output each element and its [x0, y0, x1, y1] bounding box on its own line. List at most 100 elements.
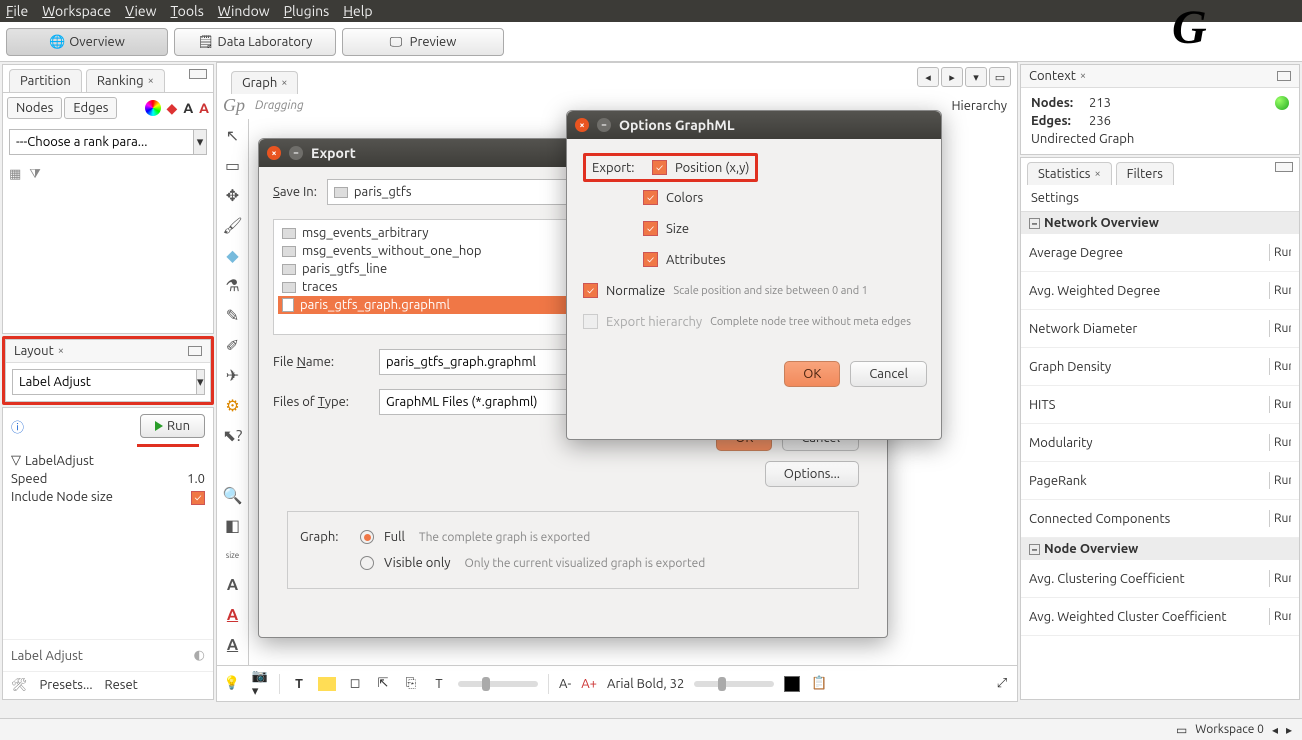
- font-name[interactable]: Arial Bold, 32: [607, 677, 684, 691]
- include-node-size-checkbox[interactable]: ✓: [191, 491, 205, 505]
- label-color-icon[interactable]: A: [199, 100, 209, 116]
- tab-preview[interactable]: 🖵Preview: [342, 28, 504, 56]
- funnel-icon[interactable]: ⧩: [29, 167, 41, 182]
- help-icon[interactable]: ◐: [194, 648, 205, 663]
- position-checkbox[interactable]: ✓: [652, 160, 667, 175]
- minimize-icon[interactable]: –: [597, 118, 611, 132]
- close-icon[interactable]: ×: [58, 345, 64, 357]
- cancel-button[interactable]: Cancel: [850, 361, 927, 387]
- collapse-icon[interactable]: –: [1029, 544, 1040, 555]
- options-button[interactable]: Options...: [765, 461, 859, 487]
- subtab-nodes[interactable]: Nodes: [7, 97, 62, 119]
- menu-view[interactable]: View: [125, 3, 156, 19]
- font-plus[interactable]: A+: [581, 677, 597, 691]
- speed-value[interactable]: 1.0: [187, 472, 205, 486]
- run-stat-button[interactable]: Run: [1269, 320, 1291, 337]
- collapse-icon[interactable]: –: [1029, 218, 1040, 229]
- hierarchy-checkbox[interactable]: ✓: [583, 314, 598, 329]
- pencil-icon[interactable]: ✎: [223, 305, 243, 325]
- tab-overview[interactable]: 🌐Overview: [6, 28, 168, 56]
- close-icon[interactable]: ×: [575, 118, 589, 132]
- menu-file[interactable]: File: [6, 3, 28, 19]
- menu-plugins[interactable]: Plugins: [284, 3, 330, 19]
- run-stat-button[interactable]: Run: [1269, 570, 1291, 587]
- size-checkbox[interactable]: ✓: [643, 221, 658, 236]
- run-stat-button[interactable]: Run: [1269, 396, 1291, 413]
- size-icon[interactable]: size: [223, 545, 243, 565]
- diamond-icon[interactable]: ◆: [223, 245, 243, 265]
- menu-help[interactable]: Help: [343, 3, 372, 19]
- tab-graph[interactable]: Graph×: [231, 71, 298, 94]
- tab-statistics[interactable]: Statistics×: [1027, 162, 1112, 185]
- collapse-icon[interactable]: ▽: [11, 453, 21, 468]
- expand-icon[interactable]: ⤢: [993, 675, 1011, 693]
- table-icon[interactable]: ▦: [9, 167, 21, 182]
- minimize-icon[interactable]: –: [289, 146, 303, 160]
- font-slider[interactable]: [694, 681, 774, 687]
- highlight-icon[interactable]: [318, 677, 336, 691]
- move-icon[interactable]: ✥: [223, 185, 243, 205]
- tag-icon[interactable]: ⎘: [402, 675, 420, 693]
- gear-icon[interactable]: ⚙: [223, 395, 243, 415]
- wrench-icon[interactable]: 🛠: [11, 678, 28, 693]
- maximize-icon[interactable]: [189, 69, 207, 79]
- run-stat-button[interactable]: Run: [1269, 282, 1291, 299]
- radio-full[interactable]: [360, 530, 374, 544]
- bulb-icon[interactable]: 💡: [223, 675, 241, 693]
- colors-checkbox[interactable]: ✓: [643, 190, 658, 205]
- radio-visible[interactable]: [360, 556, 374, 570]
- camera-icon[interactable]: 📷▾: [251, 675, 269, 693]
- close-icon[interactable]: ×: [281, 77, 287, 89]
- workspace-label[interactable]: Workspace 0: [1195, 723, 1264, 736]
- maximize-icon[interactable]: ▭: [989, 67, 1011, 87]
- run-stat-button[interactable]: Run: [1269, 244, 1291, 261]
- run-stat-button[interactable]: Run: [1269, 608, 1291, 625]
- color-icon[interactable]: [145, 100, 161, 116]
- hierarchy-toggle[interactable]: Hierarchy: [951, 99, 1007, 113]
- ok-button[interactable]: OK: [784, 361, 840, 387]
- font-minus[interactable]: A-: [559, 677, 571, 691]
- tab-filters[interactable]: Filters: [1116, 162, 1174, 185]
- close-icon[interactable]: ×: [148, 75, 154, 87]
- close-icon[interactable]: ×: [1080, 70, 1086, 82]
- maximize-icon[interactable]: [188, 346, 202, 356]
- run-stat-button[interactable]: Run: [1269, 358, 1291, 375]
- brush-icon[interactable]: 🖌: [223, 215, 243, 235]
- normalize-checkbox[interactable]: ✓: [583, 283, 598, 298]
- run-stat-button[interactable]: Run: [1269, 510, 1291, 527]
- color-swatch[interactable]: [784, 676, 800, 692]
- chevron-down-icon[interactable]: ▾: [197, 369, 205, 395]
- layout-select-input[interactable]: [12, 369, 197, 395]
- run-button[interactable]: Run: [140, 414, 205, 438]
- tab-ranking[interactable]: Ranking×: [86, 69, 165, 92]
- close-icon[interactable]: ×: [267, 146, 281, 160]
- rect-select-icon[interactable]: ▭: [223, 155, 243, 175]
- reset-link[interactable]: Reset: [105, 678, 138, 693]
- node-label-icon[interactable]: ◻: [346, 675, 364, 693]
- chevron-down-icon[interactable]: ▾: [194, 129, 207, 155]
- prev-workspace[interactable]: ◂: [1272, 723, 1278, 737]
- run-stat-button[interactable]: Run: [1269, 472, 1291, 489]
- nav-prev[interactable]: ◂: [917, 67, 939, 87]
- text-a-underline-icon[interactable]: A: [223, 605, 243, 625]
- menu-tools[interactable]: Tools: [171, 3, 204, 19]
- close-icon[interactable]: ×: [1094, 168, 1100, 180]
- layout-select[interactable]: ▾: [12, 369, 204, 395]
- menu-workspace[interactable]: Workspace: [42, 3, 111, 19]
- tab-datalab[interactable]: 🗒Data Laboratory: [174, 28, 336, 56]
- zoom-icon[interactable]: 🔍: [223, 485, 243, 505]
- subtab-edges[interactable]: Edges: [64, 97, 117, 119]
- text-a-icon[interactable]: A: [223, 575, 243, 595]
- menu-window[interactable]: Window: [218, 3, 270, 19]
- contrast-icon[interactable]: ◧: [223, 515, 243, 535]
- next-workspace[interactable]: ▸: [1286, 723, 1292, 737]
- maximize-icon[interactable]: [1277, 71, 1291, 81]
- text-a-underline2-icon[interactable]: A: [223, 635, 243, 655]
- run-stat-button[interactable]: Run: [1269, 434, 1291, 451]
- nav-next[interactable]: ▸: [941, 67, 963, 87]
- attributes-icon[interactable]: 📋: [810, 675, 828, 693]
- opacity-slider[interactable]: [458, 681, 538, 687]
- tab-partition[interactable]: Partition: [9, 69, 82, 92]
- pointer-icon[interactable]: ↖: [223, 125, 243, 145]
- rank-parameter-input[interactable]: [9, 129, 194, 155]
